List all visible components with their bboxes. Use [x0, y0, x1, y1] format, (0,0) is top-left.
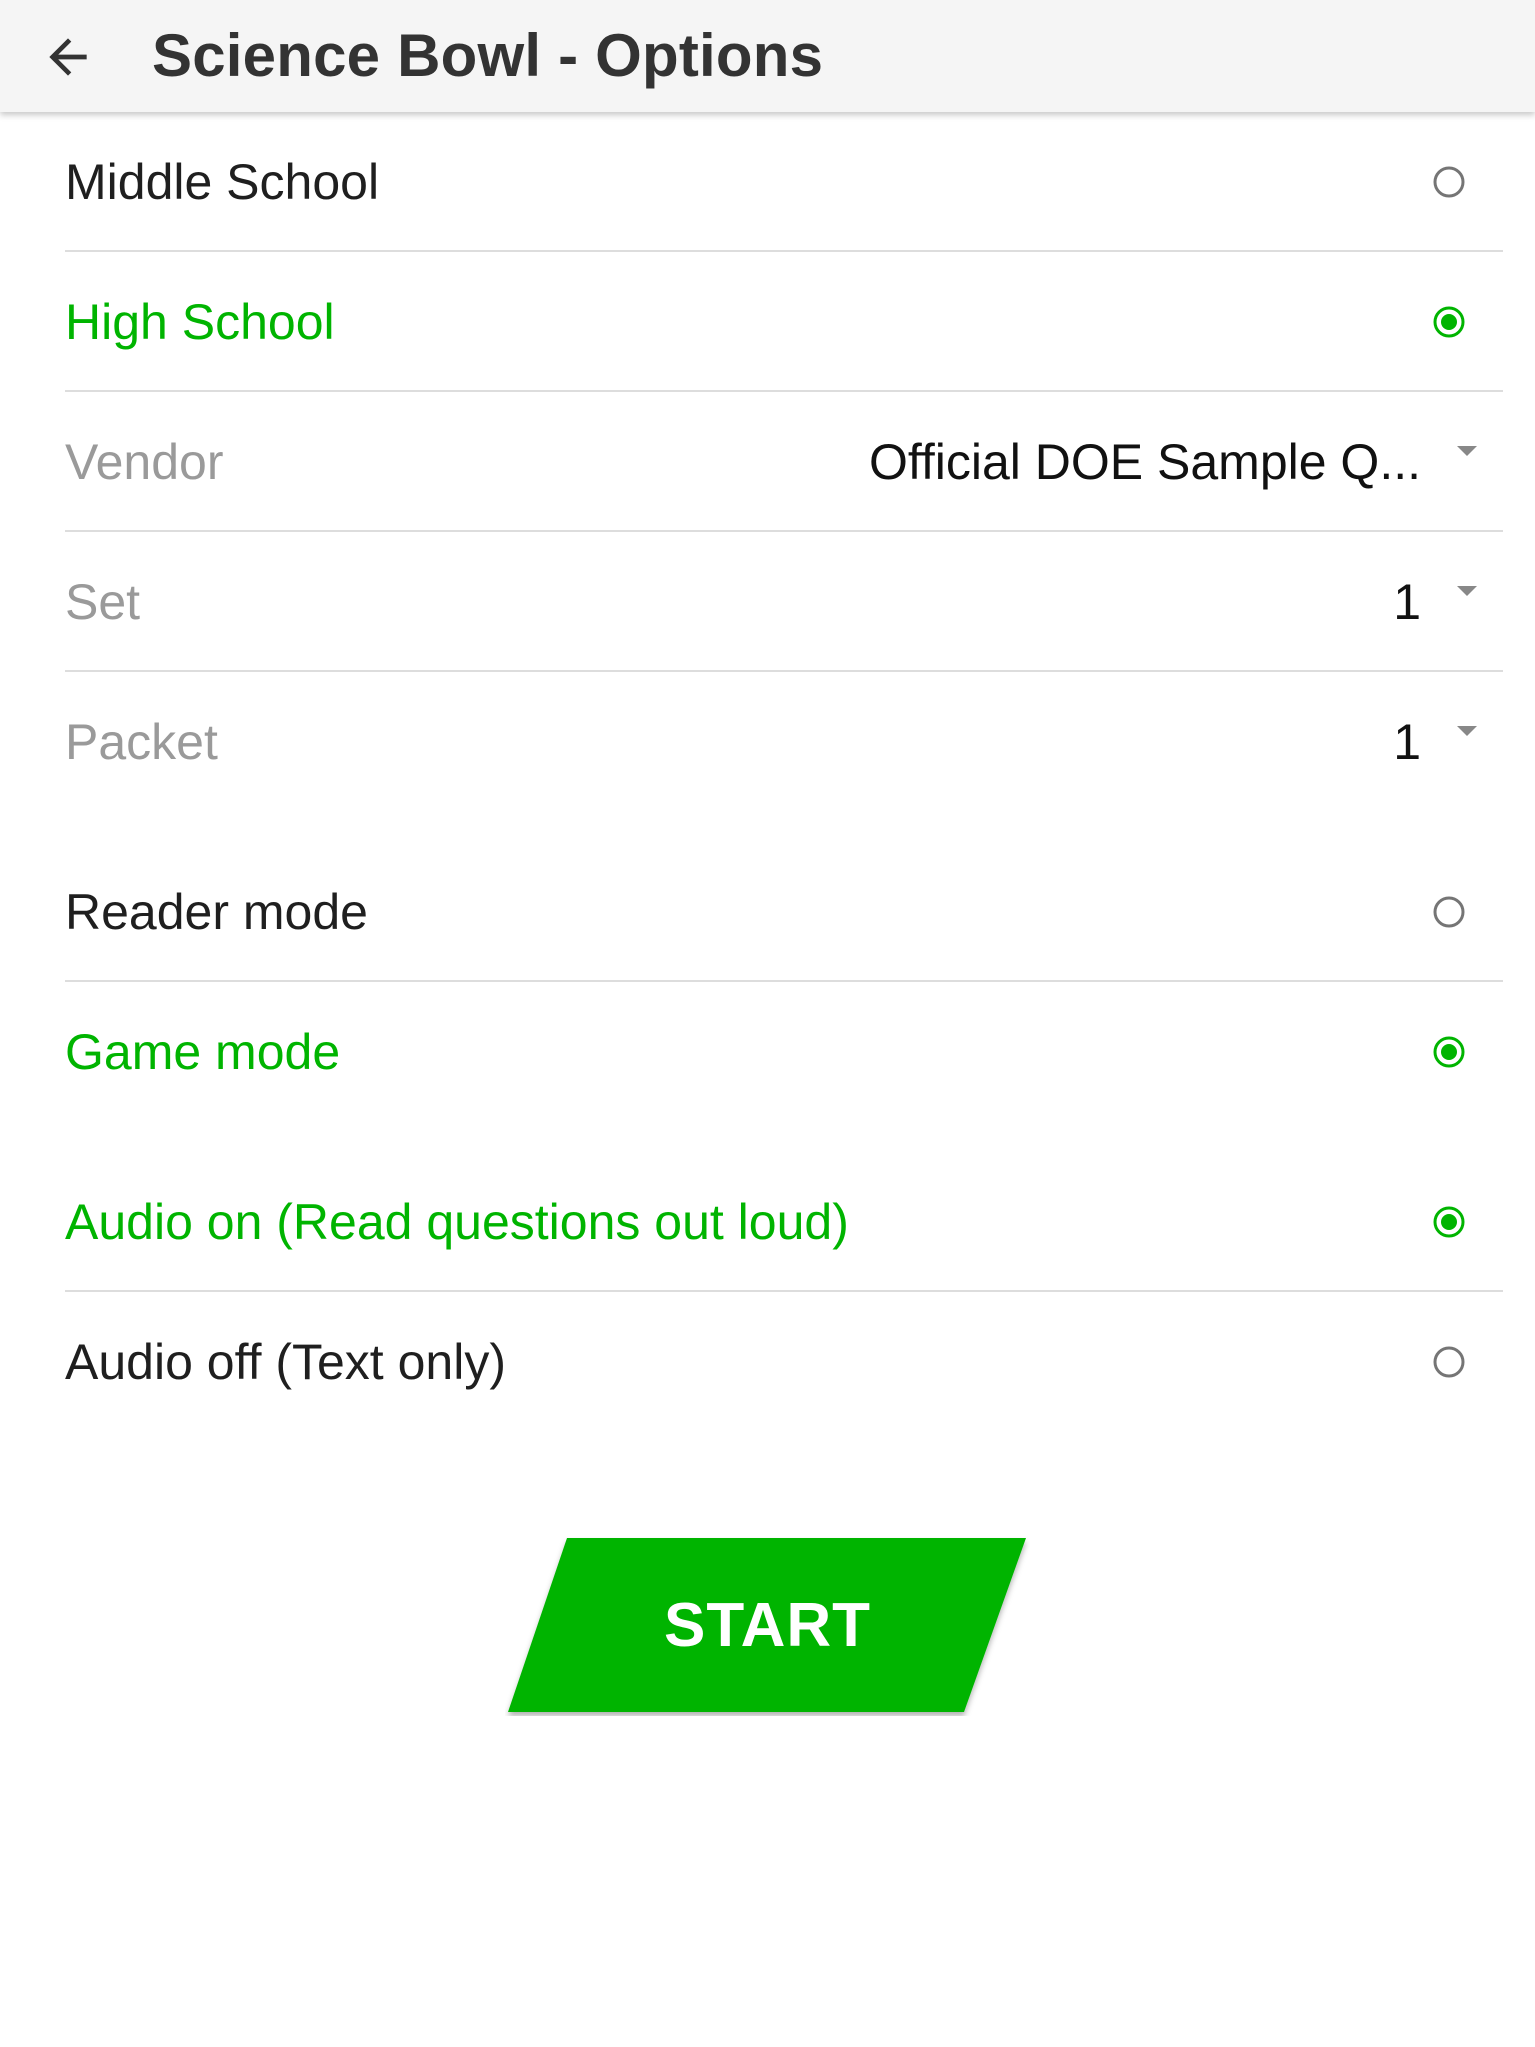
- packet-label: Packet: [65, 714, 218, 770]
- dropdown-caret-icon[interactable]: [1457, 446, 1477, 456]
- vendor-label: Vendor: [65, 434, 224, 490]
- option-middle-school[interactable]: Middle School: [65, 112, 1503, 252]
- arrow-left-icon: [49, 38, 87, 76]
- radio-unchecked-icon[interactable]: [1431, 1344, 1467, 1380]
- radio-unchecked-icon[interactable]: [1431, 894, 1467, 930]
- dropdown-caret-icon[interactable]: [1457, 726, 1477, 736]
- option-audio-off[interactable]: Audio off (Text only): [65, 1292, 1503, 1432]
- option-label: Audio on (Read questions out loud): [65, 1194, 849, 1250]
- start-button[interactable]: [505, 1536, 1030, 1716]
- vendor-dropdown-value[interactable]: Official DOE Sample Q...: [869, 392, 1421, 532]
- radio-unchecked-icon[interactable]: [1431, 164, 1467, 200]
- set-label: Set: [65, 574, 141, 630]
- option-audio-on[interactable]: Audio on (Read questions out loud): [65, 1152, 1503, 1292]
- option-game-mode[interactable]: Game mode: [65, 982, 1503, 1122]
- vendor-field[interactable]: Vendor Official DOE Sample Q...: [65, 392, 1503, 532]
- dropdown-caret-icon[interactable]: [1457, 586, 1477, 596]
- option-label: Game mode: [65, 1024, 341, 1080]
- set-dropdown-value[interactable]: 1: [1393, 532, 1421, 672]
- set-field[interactable]: Set 1: [65, 532, 1503, 672]
- packet-dropdown-value[interactable]: 1: [1393, 672, 1421, 812]
- option-reader-mode[interactable]: Reader mode: [65, 842, 1503, 982]
- options-list: Middle School High School Vendor Officia…: [65, 112, 1503, 1432]
- packet-field[interactable]: Packet 1: [65, 672, 1503, 812]
- radio-checked-icon[interactable]: [1431, 304, 1467, 340]
- option-label: Middle School: [65, 154, 380, 210]
- app-bar: Science Bowl - Options: [0, 0, 1535, 112]
- option-high-school[interactable]: High School: [65, 252, 1503, 392]
- radio-checked-icon[interactable]: [1431, 1204, 1467, 1240]
- option-label: Audio off (Text only): [65, 1334, 506, 1390]
- start-button-container: START: [505, 1536, 1030, 1716]
- back-button[interactable]: [28, 22, 108, 92]
- radio-checked-icon[interactable]: [1431, 1034, 1467, 1070]
- option-label: Reader mode: [65, 884, 368, 940]
- page-title: Science Bowl - Options: [152, 22, 824, 89]
- option-label: High School: [65, 294, 335, 350]
